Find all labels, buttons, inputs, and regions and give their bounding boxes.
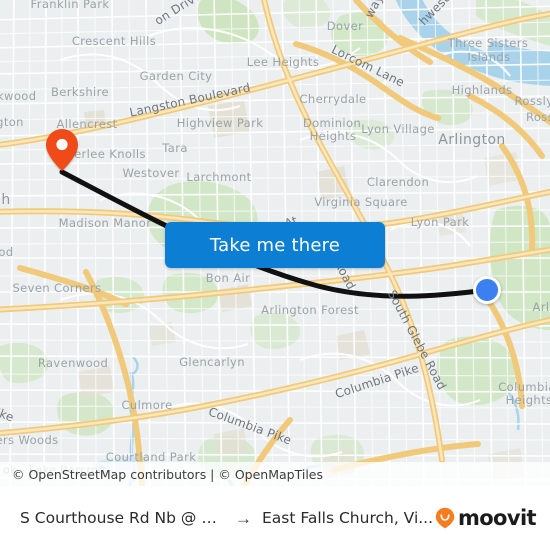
map-attribution-bar: © OpenStreetMap contributors | © OpenMap… (0, 462, 550, 486)
take-me-there-label: Take me there (209, 234, 341, 256)
origin-location-dot[interactable] (473, 276, 501, 304)
take-me-there-button[interactable]: Take me there (165, 222, 385, 268)
arrow-right-icon: → (235, 508, 252, 528)
moovit-logo[interactable]: moovit (435, 506, 537, 530)
attribution-text[interactable]: © OpenStreetMap contributors | © OpenMap… (12, 467, 323, 482)
trip-origin-label: S Courthouse Rd Nb @ 2nd ... (20, 509, 225, 527)
trip-destination-label: East Falls Church, Vi... (262, 509, 434, 527)
trip-summary[interactable]: S Courthouse Rd Nb @ 2nd ... → East Fall… (20, 509, 435, 527)
moovit-trip-map-screen: Franklin Park on Drive Dover way hwest Three … (0, 0, 550, 550)
destination-pin-icon[interactable] (45, 128, 79, 172)
trip-footer-bar: S Courthouse Rd Nb @ 2nd ... → East Fall… (0, 486, 550, 550)
moovit-wordmark: moovit (457, 506, 537, 530)
moovit-pin-icon (435, 507, 455, 529)
